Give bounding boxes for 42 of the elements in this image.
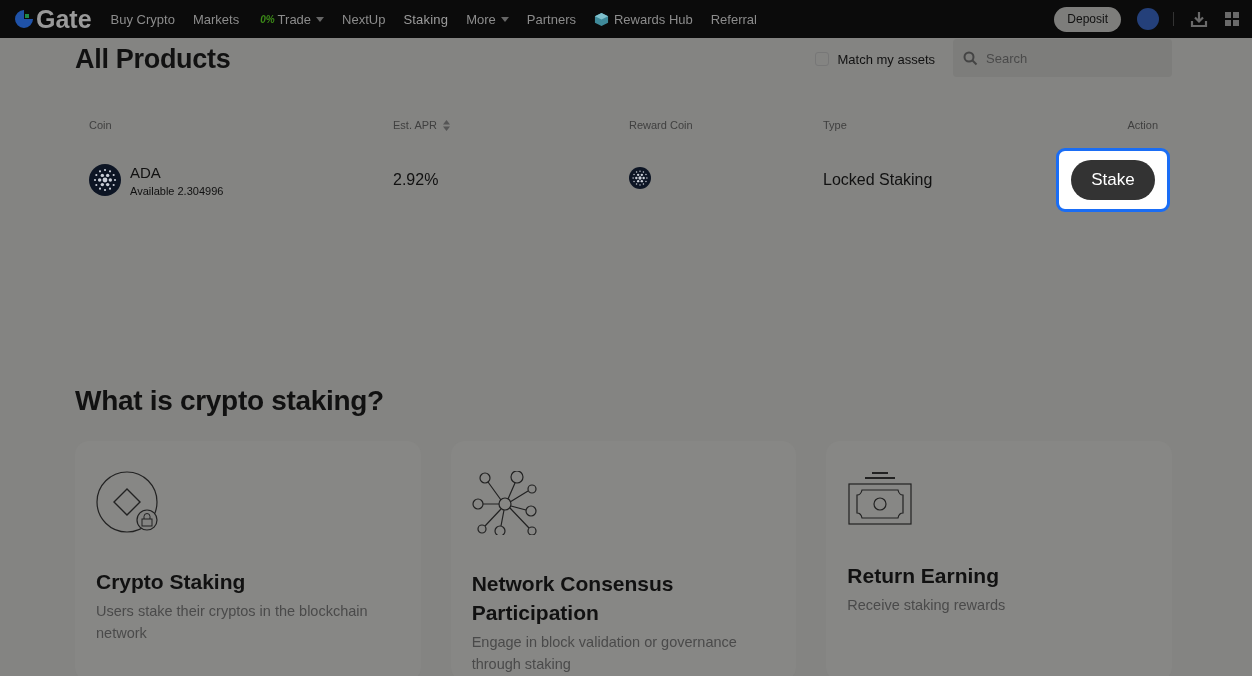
nav-link[interactable]: NextUp bbox=[342, 11, 386, 27]
deposit-button[interactable]: Deposit bbox=[1054, 6, 1121, 32]
apr-value: 2.92% bbox=[393, 171, 440, 189]
nav-link[interactable]: Trade bbox=[277, 11, 325, 27]
download-icon[interactable] bbox=[1190, 10, 1208, 28]
coin-icon bbox=[89, 164, 121, 196]
column-header: Coin bbox=[89, 119, 112, 131]
logo-icon bbox=[14, 9, 34, 29]
sort-icon[interactable] bbox=[443, 119, 451, 131]
column-header: Reward Coin bbox=[629, 119, 693, 131]
column-header: Type bbox=[823, 119, 847, 131]
nav-link[interactable]: Rewards Hub bbox=[593, 11, 693, 27]
banknote-icon bbox=[847, 471, 914, 527]
column-header: Action bbox=[1127, 119, 1158, 131]
nav-link[interactable]: More bbox=[466, 11, 509, 27]
card-title: Network Consensus Participation bbox=[471, 571, 675, 626]
network-nodes-icon bbox=[471, 471, 538, 535]
caret-icon bbox=[316, 16, 325, 22]
apps-grid-icon[interactable] bbox=[1224, 11, 1240, 27]
coin-name: ADA bbox=[130, 163, 162, 181]
nav-link[interactable]: Markets bbox=[192, 11, 240, 27]
card-title: Crypto Staking bbox=[96, 569, 247, 595]
section-title: What is crypto staking? bbox=[75, 385, 385, 417]
section-title: All Products bbox=[75, 43, 232, 75]
card-description: Users stake their cryptos in the blockchain network bbox=[96, 602, 369, 643]
nav-link[interactable]: Staking bbox=[403, 11, 449, 27]
card-description: Receive staking rewards bbox=[847, 596, 1007, 615]
match-assets-checkbox[interactable]: Match my assets bbox=[815, 51, 935, 67]
staking-type: Locked Staking bbox=[823, 171, 934, 189]
card-title: Return Earning bbox=[847, 563, 1000, 589]
nav-link[interactable]: Referral bbox=[710, 11, 757, 27]
caret-icon bbox=[500, 16, 509, 22]
zero-fee-label: 0% bbox=[260, 13, 275, 25]
nav-link[interactable]: Buy Crypto bbox=[110, 11, 175, 27]
card-description: Engage in block validation or governance through staking bbox=[471, 633, 738, 674]
available-balance: Available 2.304996 bbox=[130, 184, 224, 197]
gate-logo[interactable]: Gate bbox=[14, 4, 92, 34]
nav-link[interactable]: Partners bbox=[526, 11, 576, 27]
stake-button[interactable]: Stake bbox=[1071, 160, 1155, 200]
avatar[interactable] bbox=[1137, 8, 1159, 30]
cube-icon bbox=[593, 11, 609, 27]
reward-coin-icon bbox=[629, 167, 651, 189]
